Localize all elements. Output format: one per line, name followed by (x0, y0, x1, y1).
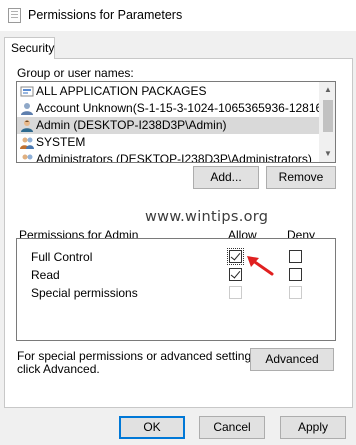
unknown-user-icon (21, 103, 33, 115)
window-title: Permissions for Parameters (28, 8, 183, 22)
list-scrollbar[interactable]: ▲ ▼ (319, 82, 335, 162)
list-item-label: SYSTEM (36, 135, 86, 149)
special-deny-checkbox (289, 286, 302, 299)
user-list[interactable]: ALL APPLICATION PACKAGES Account Unknown… (16, 81, 336, 163)
annotation-arrow-icon (247, 256, 274, 276)
list-item-label: Account Unknown(S-1-15-3-1024-1065365936… (36, 101, 321, 115)
special-allow-checkbox (229, 286, 242, 299)
remove-button[interactable]: Remove (266, 166, 336, 189)
full-control-deny-checkbox[interactable] (289, 250, 302, 263)
read-deny-checkbox[interactable] (289, 268, 302, 281)
list-item-label: Administrators (DESKTOP-I238D3P\Administ… (36, 152, 312, 163)
permission-label-read: Read (31, 268, 60, 282)
group-user-names-label: Group or user names: (17, 66, 134, 80)
document-icon (8, 8, 21, 23)
apply-button[interactable]: Apply (280, 416, 346, 439)
list-item[interactable]: Admin (DESKTOP-I238D3P\Admin) (17, 117, 321, 134)
scroll-up-icon[interactable]: ▲ (320, 82, 335, 98)
list-item-label: Admin (DESKTOP-I238D3P\Admin) (36, 118, 227, 132)
scroll-thumb[interactable] (323, 100, 333, 132)
add-button[interactable]: Add... (193, 166, 259, 189)
group-icon (20, 86, 34, 97)
list-item[interactable]: ALL APPLICATION PACKAGES (17, 83, 321, 100)
user-icon (21, 120, 33, 132)
cancel-button[interactable]: Cancel (199, 416, 265, 439)
watermark: www.wintips.org (145, 209, 269, 225)
full-control-allow-checkbox[interactable] (227, 248, 244, 265)
list-item-label: ALL APPLICATION PACKAGES (36, 84, 207, 98)
advanced-description-line1: For special permissions or advanced sett… (17, 349, 261, 363)
list-item[interactable]: SYSTEM (17, 134, 321, 151)
title-bar: Permissions for Parameters (0, 0, 356, 31)
ok-button[interactable]: OK (119, 416, 185, 439)
advanced-description-line2: click Advanced. (17, 362, 100, 376)
scroll-down-icon[interactable]: ▼ (320, 146, 335, 162)
group-icon (20, 137, 34, 149)
list-item[interactable]: Account Unknown(S-1-15-3-1024-1065365936… (17, 100, 321, 117)
permission-label-full-control: Full Control (31, 250, 93, 264)
tab-security[interactable]: Security (4, 37, 55, 59)
group-icon (22, 154, 33, 160)
advanced-button[interactable]: Advanced (250, 348, 334, 371)
list-item[interactable]: Administrators (DESKTOP-I238D3P\Administ… (17, 151, 321, 163)
read-allow-checkbox[interactable] (229, 268, 242, 281)
permission-label-special: Special permissions (31, 286, 138, 300)
